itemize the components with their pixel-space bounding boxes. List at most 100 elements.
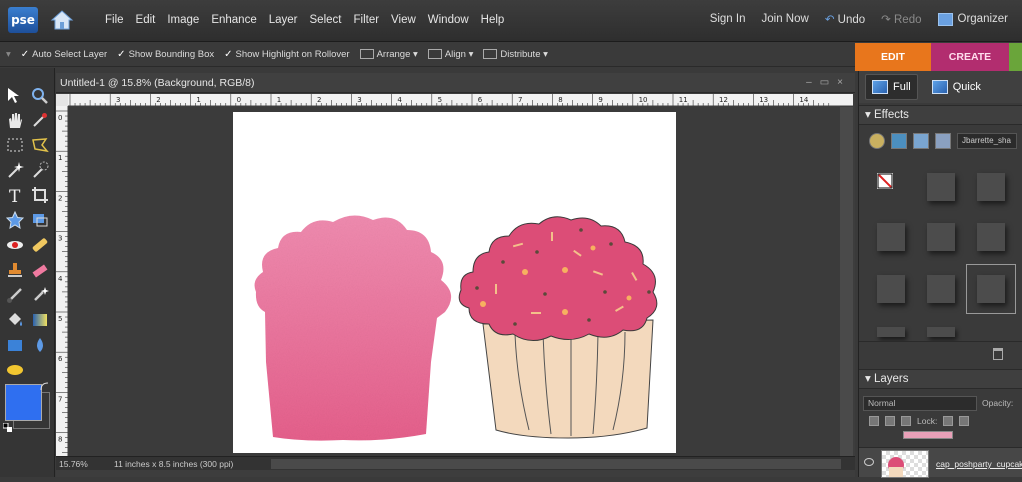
quick-edit-button[interactable]: Quick bbox=[926, 74, 987, 100]
blend-mode-dropdown[interactable]: Normal bbox=[863, 395, 977, 411]
sign-in-link[interactable]: Sign In bbox=[710, 13, 746, 25]
quick-selection-tool-icon[interactable] bbox=[30, 160, 50, 180]
ruler-label: 8 bbox=[558, 96, 562, 104]
distribute-dropdown[interactable]: Distribute ▾ bbox=[483, 49, 548, 60]
layer-styles-icon[interactable] bbox=[935, 133, 951, 149]
checkmark-icon: ✓ bbox=[224, 49, 233, 60]
ruler-label: 13 bbox=[759, 96, 768, 104]
zoom-level[interactable]: 15.76% bbox=[59, 457, 88, 471]
menu-help[interactable]: Help bbox=[475, 14, 511, 26]
tab-share[interactable] bbox=[1009, 43, 1022, 71]
gradient-tool-icon[interactable] bbox=[30, 310, 50, 330]
new-layer-icon[interactable] bbox=[869, 416, 879, 426]
cookie-cutter-tool-icon[interactable] bbox=[5, 210, 25, 230]
svg-text:T: T bbox=[9, 187, 21, 205]
redo-button[interactable]: ↷ Redo bbox=[881, 12, 921, 26]
menu-window[interactable]: Window bbox=[422, 14, 475, 26]
document-tab[interactable]: Untitled-1 @ 15.8% (Background, RGB/8) –… bbox=[56, 73, 855, 93]
document-canvas[interactable] bbox=[233, 112, 676, 453]
trash-icon[interactable] bbox=[993, 348, 1003, 360]
ruler-label: 1 bbox=[58, 154, 62, 162]
horizontal-scrollbar[interactable] bbox=[271, 459, 841, 469]
eyedropper-tool-icon[interactable] bbox=[30, 110, 50, 130]
menu-edit[interactable]: Edit bbox=[130, 14, 162, 26]
style-swatch[interactable] bbox=[877, 275, 905, 303]
style-swatch[interactable] bbox=[877, 327, 905, 337]
undo-button[interactable]: ↶ Undo bbox=[825, 12, 865, 26]
brush-icon[interactable] bbox=[901, 416, 911, 426]
shape-tool-icon[interactable] bbox=[5, 335, 25, 355]
auto-select-layer-checkbox[interactable]: ✓ Auto Select Layer bbox=[21, 49, 107, 60]
type-tool-icon[interactable]: T bbox=[5, 185, 25, 207]
styles-icon[interactable] bbox=[891, 133, 907, 149]
red-eye-tool-icon[interactable] bbox=[5, 235, 25, 255]
paint-bucket-tool-icon[interactable] bbox=[5, 310, 25, 330]
adjustment-layer-icon[interactable] bbox=[885, 416, 895, 426]
healing-brush-tool-icon[interactable] bbox=[30, 235, 50, 255]
style-swatch[interactable] bbox=[927, 275, 955, 303]
status-bar: 15.76% 11 inches x 8.5 inches (300 ppi) bbox=[56, 456, 855, 470]
hand-tool-icon[interactable] bbox=[5, 110, 25, 130]
eraser-tool-icon[interactable] bbox=[30, 260, 50, 280]
lock-all-icon[interactable] bbox=[959, 416, 970, 426]
move-tool-icon[interactable] bbox=[5, 86, 25, 106]
effects-header[interactable]: ▾ Effects bbox=[859, 105, 1022, 125]
style-swatch[interactable] bbox=[927, 327, 955, 337]
menu-filter[interactable]: Filter bbox=[347, 14, 385, 26]
highlight-rollover-checkbox[interactable]: ✓ Show Highlight on Rollover bbox=[224, 49, 349, 60]
layers-title: Layers bbox=[873, 373, 909, 385]
tab-create[interactable]: CREATE bbox=[931, 43, 1009, 71]
redo-label: Redo bbox=[894, 14, 922, 26]
menu-enhance[interactable]: Enhance bbox=[205, 14, 262, 26]
blur-tool-icon[interactable] bbox=[30, 335, 50, 355]
lock-transparency-icon[interactable] bbox=[943, 416, 954, 426]
effects-category-dropdown[interactable]: Jbarrette_sha bbox=[957, 133, 1017, 149]
recompose-tool-icon[interactable] bbox=[30, 210, 50, 230]
vertical-scrollbar[interactable] bbox=[840, 107, 853, 456]
home-icon[interactable] bbox=[50, 9, 74, 31]
style-swatch[interactable] bbox=[877, 223, 905, 251]
lasso-tool-icon[interactable] bbox=[30, 135, 50, 155]
zoom-tool-icon[interactable] bbox=[30, 86, 50, 106]
menu-file[interactable]: File bbox=[99, 14, 130, 26]
arrange-dropdown[interactable]: Arrange ▾ bbox=[359, 49, 418, 60]
photo-effects-icon[interactable] bbox=[913, 133, 929, 149]
marquee-tool-icon[interactable] bbox=[5, 135, 25, 155]
ruler-label: 2 bbox=[156, 96, 160, 104]
style-swatch[interactable] bbox=[927, 173, 955, 201]
style-swatch-selected[interactable] bbox=[966, 264, 1016, 314]
style-swatch[interactable] bbox=[977, 173, 1005, 201]
tab-edit[interactable]: EDIT bbox=[855, 43, 931, 71]
bounding-box-checkbox[interactable]: ✓ Show Bounding Box bbox=[117, 49, 214, 60]
foreground-color-swatch[interactable] bbox=[5, 384, 42, 421]
canvas-area[interactable] bbox=[69, 107, 840, 456]
clone-stamp-tool-icon[interactable] bbox=[5, 260, 25, 280]
magic-wand-tool-icon[interactable] bbox=[5, 160, 25, 180]
swap-colors-icon[interactable] bbox=[40, 382, 50, 392]
organizer-button[interactable]: Organizer bbox=[937, 12, 1008, 26]
sponge-tool-icon[interactable] bbox=[5, 359, 25, 379]
window-controls[interactable]: –▭× bbox=[806, 73, 851, 93]
menu-layer[interactable]: Layer bbox=[263, 14, 304, 26]
style-swatch[interactable] bbox=[927, 223, 955, 251]
horizontal-ruler: 3 2 1 0 1 2 3 4 5 6 7 8 9 10 11 12 13 14 bbox=[68, 94, 853, 106]
layer-name[interactable]: cap_poshparty_cupcak bbox=[936, 459, 1022, 469]
layers-header[interactable]: ▾ Layers bbox=[859, 369, 1022, 389]
default-colors-icon[interactable] bbox=[2, 422, 12, 432]
menu-image[interactable]: Image bbox=[161, 14, 205, 26]
visibility-eye-icon[interactable] bbox=[864, 458, 874, 466]
crop-tool-icon[interactable] bbox=[30, 185, 50, 205]
align-dropdown[interactable]: Align ▾ bbox=[427, 49, 473, 60]
filters-icon[interactable] bbox=[869, 133, 885, 149]
style-swatch[interactable] bbox=[977, 223, 1005, 251]
layer-row[interactable]: cap_poshparty_cupcak bbox=[859, 447, 1022, 478]
brush-tool-icon[interactable] bbox=[5, 285, 25, 305]
menu-select[interactable]: Select bbox=[304, 14, 348, 26]
collapse-icon: ▾ bbox=[865, 109, 871, 121]
menu-view[interactable]: View bbox=[385, 14, 422, 26]
join-now-link[interactable]: Join Now bbox=[762, 13, 809, 25]
mode-tabs: EDIT CREATE bbox=[855, 43, 1022, 71]
no-style-swatch[interactable] bbox=[877, 173, 893, 189]
full-edit-button[interactable]: Full bbox=[865, 74, 918, 100]
smart-brush-tool-icon[interactable] bbox=[30, 285, 50, 305]
